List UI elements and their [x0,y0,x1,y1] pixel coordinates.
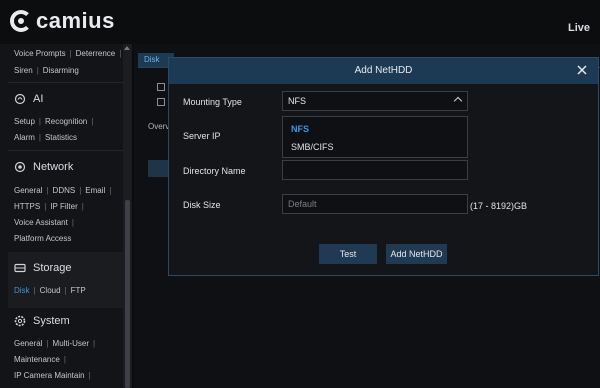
sidebar-link-deterrence[interactable]: Deterrence [76,49,116,58]
sidebar-section-ai[interactable]: AI [14,93,43,105]
live-link[interactable]: Live [568,22,590,34]
sidebar-link-email[interactable]: Email [85,186,105,195]
sidebar-section-network[interactable]: Network [14,161,73,173]
dialog-title: Add NetHDD [354,65,413,76]
top-bar: camius Live [0,0,600,44]
row-checkbox[interactable] [157,98,165,106]
camius-logo-icon [10,10,32,32]
sidebar-link-siren[interactable]: Siren [14,66,33,75]
background-button[interactable] [148,160,168,177]
sidebar-links-row: Maintenance | [14,355,66,364]
sidebar-link-platform-access[interactable]: Platform Access [14,234,71,243]
mounting-type-value: NFS [288,96,306,106]
mounting-type-label: Mounting Type [183,97,242,107]
sidebar-links-row: HTTPS | IP Filter | [14,202,84,211]
sidebar-section-system[interactable]: System [14,315,70,327]
close-icon[interactable] [575,63,589,77]
server-ip-label: Server IP [183,131,221,141]
logo-text: camius [36,8,115,33]
sidebar-link-multi-user[interactable]: Multi-User [53,339,89,348]
sidebar-link-statistics[interactable]: Statistics [45,133,77,142]
divider [8,150,123,151]
sidebar-links-row: Voice Assistant | [14,218,74,227]
sidebar-scroll-thumb[interactable] [125,200,130,388]
storage-icon [14,262,26,274]
sidebar-link-recognition[interactable]: Recognition [45,117,87,126]
overview-label: Overv [148,122,170,131]
sidebar-link-general[interactable]: General [14,186,42,195]
sidebar-section-title: Storage [33,262,72,274]
sidebar-link-system-general[interactable]: General [14,339,42,348]
sidebar-links-row: General | Multi-User | [14,339,96,348]
dropdown-option-smb-cifs[interactable]: SMB/CIFS [291,142,334,152]
disk-size-input[interactable]: Default [282,194,468,214]
dialog-header: Add NetHDD [169,58,598,84]
directory-name-input[interactable] [282,160,468,180]
sidebar-link-ip-filter[interactable]: IP Filter [50,202,77,211]
divider [8,82,123,83]
brand-logo: camius [10,8,115,34]
mounting-type-select[interactable]: NFS [282,91,468,111]
disk-size-range: (17 - 8192)GB [470,201,528,211]
directory-name-label: Directory Name [183,166,246,176]
sidebar-link-cloud[interactable]: Cloud [40,286,61,295]
storage-section-highlight [8,252,123,308]
sidebar-link-ftp[interactable]: FTP [71,286,86,295]
add-nethdd-dialog: Add NetHDD Mounting Type NFS NFS SMB/CIF… [168,57,599,276]
dropdown-option-nfs[interactable]: NFS [291,124,309,134]
gear-icon [14,315,26,327]
sidebar-links-row: Platform Access [14,234,71,243]
sidebar-section-storage[interactable]: Storage [14,262,72,274]
sidebar-link-voice-assistant[interactable]: Voice Assistant [14,218,68,227]
sidebar-links-row: Disk | Cloud | FTP [14,286,86,295]
network-icon [14,161,26,173]
sidebar-links-row: General | DDNS | Email | [14,186,112,195]
sidebar-link-https[interactable]: HTTPS [14,202,40,211]
sidebar-section-title: Network [33,161,74,173]
sidebar-link-disk[interactable]: Disk [14,286,30,295]
scroll-up-arrow-icon[interactable] [124,46,130,50]
chevron-up-icon [453,96,463,106]
sidebar-links-row: Siren | Disarming [14,66,79,75]
sidebar-links-row: Setup | Recognition | [14,117,94,126]
sidebar-link-alarm[interactable]: Alarm [14,133,35,142]
ai-icon [14,93,26,105]
add-nethdd-button[interactable]: Add NetHDD [386,244,447,264]
sidebar-link-voice-prompts[interactable]: Voice Prompts [14,49,66,58]
sidebar-link-maintenance[interactable]: Maintenance [14,355,60,364]
test-button[interactable]: Test [319,244,377,264]
sidebar-link-ddns[interactable]: DDNS [53,186,76,195]
sidebar-links-row: Voice Prompts | Deterrence | [14,49,122,58]
sidebar-links-row: Alarm | Statistics [14,133,77,142]
sidebar-section-title: System [33,315,70,327]
sidebar-link-setup[interactable]: Setup [14,117,35,126]
sidebar-link-ip-camera-maintain[interactable]: IP Camera Maintain [14,371,85,380]
sidebar-link-disarming[interactable]: Disarming [43,66,79,75]
row-checkbox[interactable] [157,83,165,91]
sidebar-links-row: IP Camera Maintain | [14,371,91,380]
sidebar-section-title: AI [33,93,44,105]
mounting-type-dropdown: NFS SMB/CIFS [282,116,468,158]
disk-size-label: Disk Size [183,200,221,210]
